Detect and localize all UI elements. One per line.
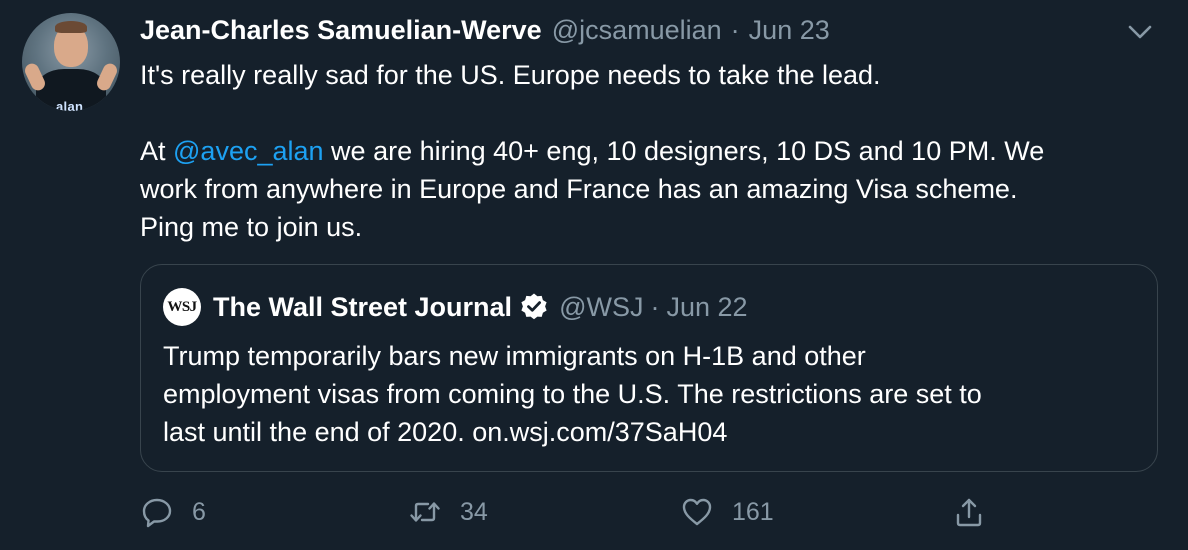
reply-button[interactable]: 6 [140, 490, 206, 534]
tweet-date[interactable]: Jun 23 [749, 15, 830, 46]
quoted-tweet-text: Trump temporarily bars new immigrants on… [163, 337, 1143, 451]
tweet-text-line: Ping me to join us. [140, 212, 363, 242]
author-avatar[interactable]: alan [22, 13, 120, 111]
tweet-text-line: At @avec_alan we are hiring 40+ eng, 10 … [140, 132, 1170, 170]
avatar-logo: alan [56, 99, 84, 111]
tweet-text-line: It's really really sad for the US. Europ… [140, 60, 881, 90]
tweet[interactable]: alan Jean-Charles Samuelian-Werve @jcsam… [0, 0, 1188, 550]
share-button[interactable] [952, 490, 1004, 534]
avatar-hair [55, 21, 87, 33]
share-icon [956, 498, 982, 527]
quoted-tweet[interactable]: WSJ The Wall Street Journal @WSJ · Jun 2… [140, 264, 1158, 472]
reply-icon [142, 498, 172, 528]
quoted-text-line: Trump temporarily bars new immigrants on… [163, 341, 866, 371]
tweet-text: It's really really sad for the US. Europ… [140, 56, 1170, 246]
tweet-text-fragment: we are hiring 40+ eng, 10 designers, 10 … [331, 136, 1045, 166]
retweet-icon [410, 502, 440, 522]
retweet-button[interactable]: 34 [408, 490, 488, 534]
chevron-down-icon[interactable] [1124, 20, 1156, 44]
quoted-header-separator: · [650, 291, 660, 322]
quoted-tweet-date: Jun 22 [666, 291, 748, 322]
avatar-arm [94, 61, 120, 93]
quoted-author-avatar: WSJ [163, 288, 201, 326]
like-button[interactable]: 161 [680, 490, 774, 534]
quoted-text-line: employment visas from coming to the U.S.… [163, 379, 982, 409]
like-count: 161 [732, 497, 774, 526]
retweet-count: 34 [460, 497, 488, 526]
mention-link[interactable]: @avec_alan [173, 136, 324, 166]
tweet-header: Jean-Charles Samuelian-Werve @jcsamuelia… [140, 13, 830, 47]
quoted-tweet-header: WSJ The Wall Street Journal @WSJ · Jun 2… [163, 287, 748, 327]
quoted-author-handle: @WSJ [559, 291, 644, 322]
tweet-actions: 6 34 161 [140, 490, 1180, 534]
author-display-name[interactable]: Jean-Charles Samuelian-Werve [140, 15, 542, 46]
tweet-text-line: work from anywhere in Europe and France … [140, 174, 1018, 204]
reply-count: 6 [192, 497, 206, 526]
quoted-text-line: last until the end of 2020. on.wsj.com/3… [163, 417, 728, 447]
tweet-text-prefix: At [140, 136, 174, 166]
header-separator: · [730, 14, 740, 45]
quoted-author-display-name: The Wall Street Journal [213, 291, 513, 322]
tweet-text-blank-line [140, 94, 1170, 132]
heart-icon [682, 498, 712, 526]
author-handle[interactable]: @jcsamuelian [552, 15, 722, 46]
verified-badge-icon [521, 293, 547, 320]
